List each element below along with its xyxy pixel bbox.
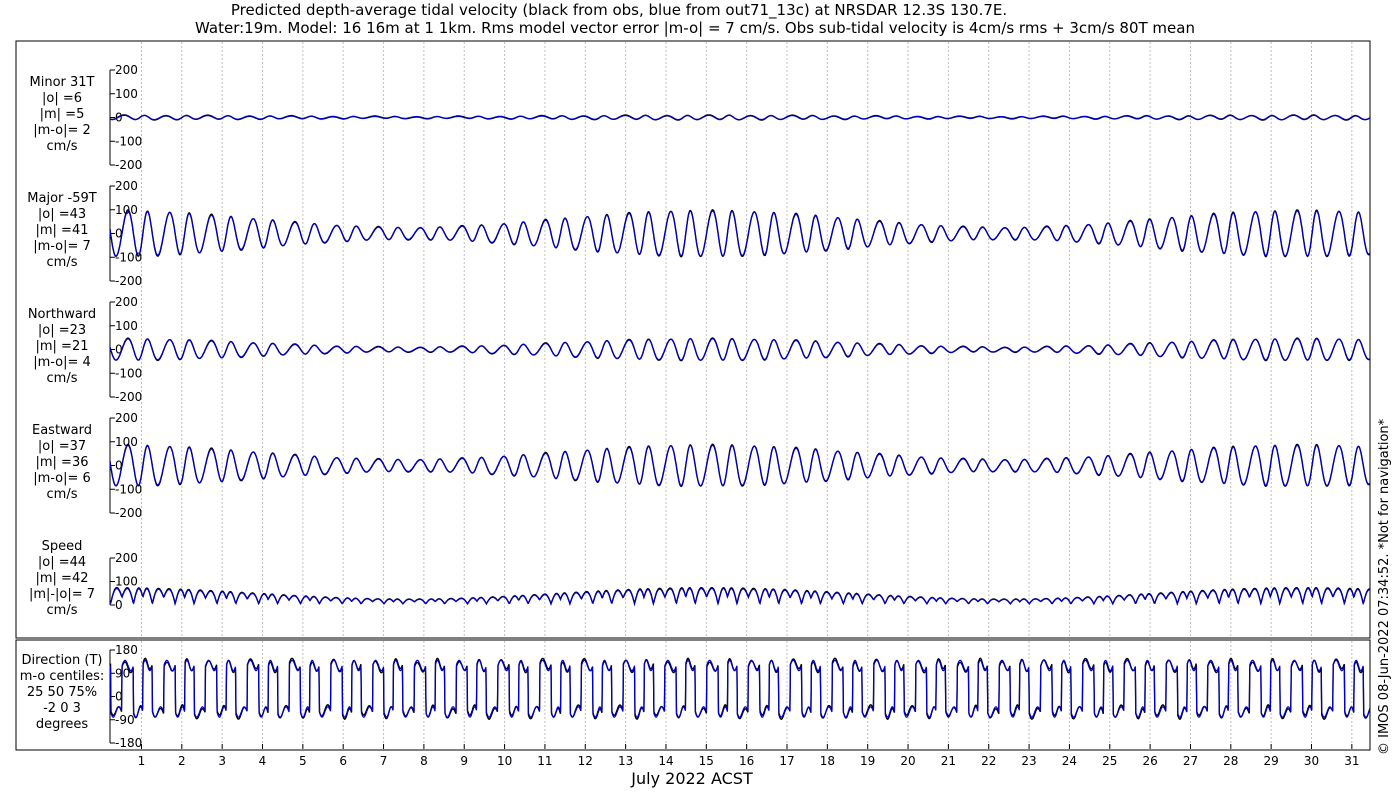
y-tick-label-direction: 180 bbox=[115, 643, 138, 657]
y-tick-label-minor: 200 bbox=[115, 63, 138, 77]
panel-label-north-2: |m| =21 bbox=[36, 339, 89, 354]
x-tick-label: 14 bbox=[658, 754, 673, 768]
x-tick-label: 3 bbox=[218, 754, 226, 768]
x-tick-label: 13 bbox=[618, 754, 633, 768]
panel-label-speed-4: cm/s bbox=[47, 603, 78, 618]
panel-label-east-3: |m-o|= 6 bbox=[33, 471, 91, 486]
x-tick-label: 21 bbox=[941, 754, 956, 768]
x-tick-label: 9 bbox=[460, 754, 468, 768]
panel-label-direction-4: degrees bbox=[36, 717, 89, 732]
y-tick-label-speed: 0 bbox=[115, 598, 123, 612]
y-tick-label-minor: -200 bbox=[115, 158, 142, 172]
x-tick-label: 10 bbox=[497, 754, 512, 768]
panel-label-minor-0: Minor 31T bbox=[30, 75, 95, 90]
x-tick-label: 24 bbox=[1062, 754, 1077, 768]
chart-title-line1: Predicted depth-average tidal velocity (… bbox=[231, 1, 1007, 20]
y-tick-label-major: 200 bbox=[115, 179, 138, 193]
series-obs-direction bbox=[109, 657, 1371, 721]
panel-label-east-1: |o| =37 bbox=[38, 439, 86, 454]
panel-label-minor-4: cm/s bbox=[47, 139, 78, 154]
series-model-major bbox=[109, 210, 1371, 257]
chart-title-line2: Water:19m. Model: 16 16m at 1 1km. Rms m… bbox=[195, 19, 1195, 37]
panel-label-east-0: Eastward bbox=[32, 423, 92, 438]
x-tick-label: 4 bbox=[259, 754, 267, 768]
y-tick-label-north: 100 bbox=[115, 319, 138, 333]
x-tick-label: 19 bbox=[860, 754, 875, 768]
panel-label-major-2: |m| =41 bbox=[36, 223, 89, 238]
x-tick-label: 11 bbox=[537, 754, 552, 768]
y-tick-label-north: -200 bbox=[115, 390, 142, 404]
x-tick-label: 8 bbox=[420, 754, 428, 768]
panel-label-north-3: |m-o|= 4 bbox=[33, 355, 91, 370]
x-tick-label: 20 bbox=[900, 754, 915, 768]
series-model-north bbox=[109, 338, 1371, 361]
x-tick-label: 25 bbox=[1102, 754, 1117, 768]
panel-label-speed-0: Speed bbox=[42, 539, 83, 554]
panel-label-direction-1: m-o centiles: bbox=[20, 669, 105, 684]
x-tick-label: 26 bbox=[1142, 754, 1157, 768]
x-tick-label: 17 bbox=[779, 754, 794, 768]
x-axis-label: July 2022 ACST bbox=[630, 769, 753, 788]
x-tick-label: 15 bbox=[699, 754, 714, 768]
series-model-east bbox=[109, 444, 1371, 487]
y-tick-label-north: 200 bbox=[115, 295, 138, 309]
plot-area: 1 2 3 4 5 6 7 8 9 10 11 12 13 14 15 16 17 18 19 20 21 22 23 24 2… bbox=[20, 42, 1371, 768]
y-tick-label-east: -100 bbox=[115, 482, 142, 496]
upper-panel-frame bbox=[15, 40, 1371, 639]
panel-label-north-1: |o| =23 bbox=[38, 323, 86, 338]
x-tick-label: 5 bbox=[299, 754, 307, 768]
panel-label-minor-1: |o| =6 bbox=[42, 91, 82, 106]
y-tick-label-minor: 100 bbox=[115, 87, 138, 101]
x-tick-label: 18 bbox=[820, 754, 835, 768]
panel-label-north-0: Northward bbox=[28, 307, 96, 322]
y-tick-label-major: -200 bbox=[115, 274, 142, 288]
y-tick-label-minor: -100 bbox=[115, 134, 142, 148]
y-tick-label-north: -100 bbox=[115, 366, 142, 380]
x-tick-label: 1 bbox=[138, 754, 146, 768]
x-tick-label: 29 bbox=[1264, 754, 1279, 768]
y-tick-label-direction: -90 bbox=[115, 713, 135, 727]
panel-label-speed-1: |o| =44 bbox=[38, 555, 86, 570]
y-tick-label-east: 200 bbox=[115, 411, 138, 425]
panel-label-major-1: |o| =43 bbox=[38, 207, 86, 222]
panel-label-speed-2: |m| =42 bbox=[36, 571, 89, 586]
y-tick-label-east: -200 bbox=[115, 506, 142, 520]
x-tick-label: 27 bbox=[1183, 754, 1198, 768]
x-tick-label: 23 bbox=[1021, 754, 1036, 768]
x-tick-label: 6 bbox=[339, 754, 347, 768]
x-tick-label: 22 bbox=[981, 754, 996, 768]
x-tick-label: 2 bbox=[178, 754, 186, 768]
panel-label-direction-2: 25 50 75% bbox=[27, 685, 97, 700]
panel-label-east-2: |m| =36 bbox=[36, 455, 89, 470]
y-tick-label-speed: 200 bbox=[115, 551, 138, 565]
panel-label-major-3: |m-o|= 7 bbox=[33, 239, 91, 254]
panel-label-minor-2: |m| =5 bbox=[40, 107, 85, 122]
panel-label-east-4: cm/s bbox=[47, 487, 78, 502]
panel-label-speed-3: |m|-|o|= 7 bbox=[29, 587, 95, 602]
y-tick-label-speed: 100 bbox=[115, 575, 138, 589]
panel-label-minor-3: |m-o|= 2 bbox=[33, 123, 91, 138]
direction-panel-frame bbox=[15, 639, 1371, 751]
x-tick-label: 30 bbox=[1304, 754, 1319, 768]
panel-label-direction-0: Direction (T) bbox=[22, 653, 103, 668]
x-tick-label: 31 bbox=[1344, 754, 1359, 768]
panel-label-major-0: Major -59T bbox=[27, 191, 96, 206]
x-tick-label: 7 bbox=[380, 754, 388, 768]
y-tick-label-major: -100 bbox=[115, 250, 142, 264]
x-tick-label: 28 bbox=[1223, 754, 1238, 768]
copyright-side-note: © IMOS 08-Jun-2022 07:34:52. *Not for na… bbox=[1377, 418, 1392, 755]
panel-label-north-4: cm/s bbox=[47, 371, 78, 386]
panel-label-major-4: cm/s bbox=[47, 255, 78, 270]
x-tick-label: 12 bbox=[578, 754, 593, 768]
panel-label-direction-3: -2 0 3 bbox=[43, 701, 81, 716]
tidal-velocity-figure: Predicted depth-average tidal velocity (… bbox=[15, 1, 1392, 788]
y-tick-label-direction: -180 bbox=[115, 736, 142, 750]
x-tick-label: 16 bbox=[739, 754, 754, 768]
series-model-direction bbox=[109, 659, 1371, 718]
